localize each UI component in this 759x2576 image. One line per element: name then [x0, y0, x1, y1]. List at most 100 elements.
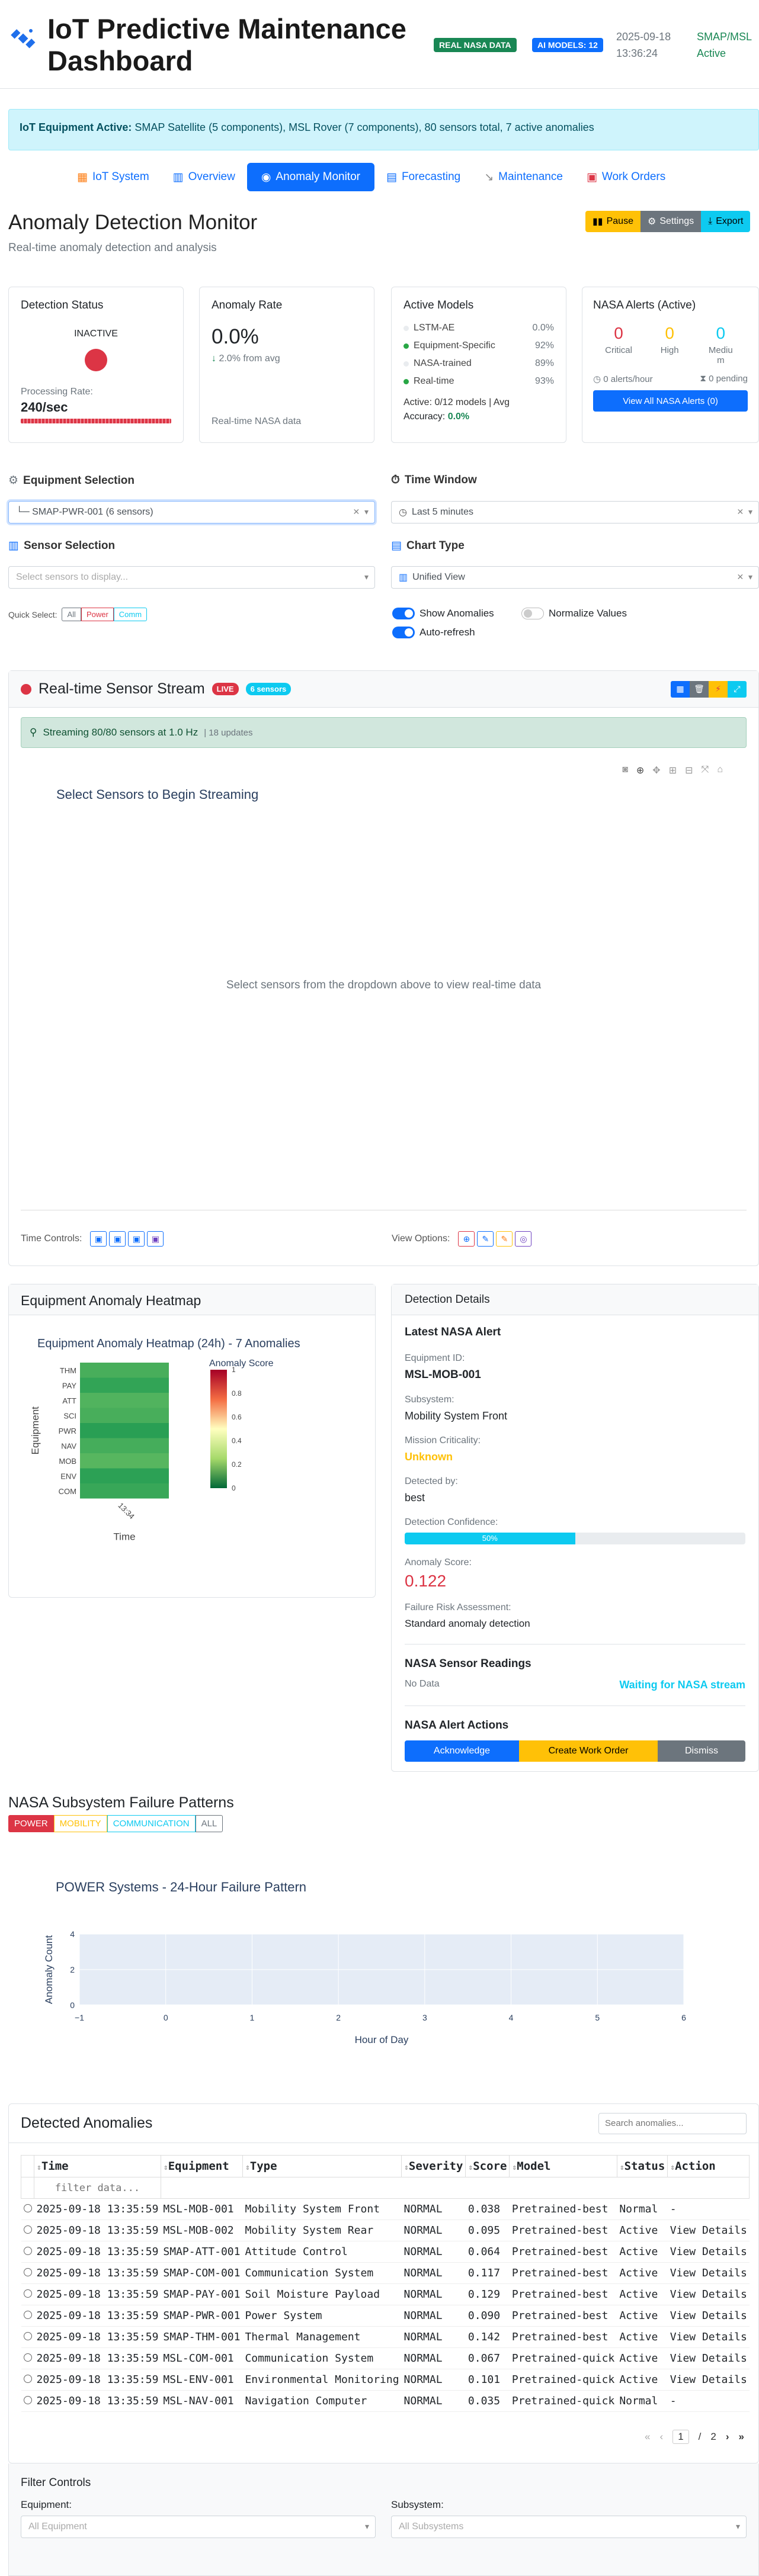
row-select-radio[interactable] [23, 2332, 32, 2340]
highlight-button[interactable]: ✎ [496, 1231, 513, 1247]
model-status-dot [403, 378, 409, 384]
play-button[interactable]: ▣ [109, 1231, 126, 1247]
dismiss-button[interactable]: Dismiss [658, 1740, 745, 1762]
table-cell[interactable]: View Details [667, 2305, 750, 2327]
clear-chevron-icon[interactable]: ✕ ▾ [353, 507, 369, 517]
sort-icon[interactable]: ⇕ [404, 2163, 409, 2172]
table-cell[interactable]: View Details [667, 2283, 750, 2305]
row-select-radio[interactable] [23, 2289, 32, 2298]
prev-page-button[interactable]: ‹ [660, 2431, 664, 2443]
quick-power-button[interactable]: Power [81, 608, 114, 621]
pan-icon[interactable]: ✥ [652, 765, 660, 776]
table-cell: SMAP-ATT-001 [161, 2241, 243, 2263]
tab-anomaly-monitor[interactable]: ◉ Anomaly Monitor [246, 163, 374, 191]
settings-button[interactable]: ⚙ Settings [640, 211, 702, 232]
fullscreen-button[interactable]: ⤢ [728, 680, 747, 698]
tab-maintenance[interactable]: ↘ Maintenance [472, 171, 575, 184]
autorefresh-toggle[interactable]: Auto-refresh [392, 627, 475, 638]
autoscale-icon[interactable]: ⤧ [702, 765, 709, 776]
column-header[interactable]: ⇕Time [34, 2155, 161, 2177]
model-item: Real-time 93% [403, 372, 554, 390]
filter-equipment-select[interactable]: All Equipment ▾ [21, 2516, 376, 2538]
table-cell: Environmental Monitoring [242, 2369, 402, 2391]
create-work-order-button[interactable]: Create Work Order [519, 1740, 658, 1762]
sensor-select[interactable]: Select sensors to display... ▾ [8, 566, 375, 589]
camera-icon[interactable]: ◙ [622, 765, 628, 776]
tab-mobility[interactable]: MOBILITY [53, 1815, 107, 1832]
page-current[interactable]: 1 [672, 2430, 689, 2444]
tab-iot-system[interactable]: ▦ IoT System [65, 171, 161, 184]
grid-view-button[interactable]: ▦ [671, 680, 690, 698]
zoom-out-icon[interactable]: ⊟ [685, 765, 693, 776]
view-all-alerts-button[interactable]: View All NASA Alerts (0) [593, 390, 748, 412]
tab-overview[interactable]: ▥ Overview [161, 171, 247, 184]
row-select-radio[interactable] [23, 2396, 32, 2404]
equipment-select[interactable]: └─ SMAP-PWR-001 (6 sensors) ✕ ▾ [8, 501, 375, 523]
time-window-select[interactable]: ◷ Last 5 minutes ✕ ▾ [391, 501, 759, 523]
row-select-radio[interactable] [23, 2225, 32, 2234]
sort-icon[interactable]: ⇕ [670, 2163, 675, 2172]
tab-work-orders[interactable]: ▣ Work Orders [575, 171, 677, 184]
column-header[interactable]: ⇕Type [242, 2155, 402, 2177]
chevron-down-icon[interactable]: ▾ [365, 2522, 369, 2532]
anomaly-search-input[interactable] [598, 2112, 747, 2134]
failure-patterns-card: NASA Subsystem Failure Patterns POWER MO… [8, 1785, 759, 2089]
zoom-in-icon[interactable]: ⊞ [669, 765, 677, 776]
zoom-view-button[interactable]: ⊕ [458, 1231, 475, 1247]
chevron-down-icon[interactable]: ▾ [364, 572, 369, 582]
chart-type-select[interactable]: ▥ Unified View ✕ ▾ [391, 566, 759, 589]
normalize-toggle[interactable]: Normalize Values [521, 608, 627, 619]
step-forward-button[interactable]: ▣ [128, 1231, 145, 1247]
pause-button[interactable]: ▮▮ Pause [585, 211, 640, 232]
column-header[interactable]: ⇕Status [616, 2155, 668, 2177]
column-header[interactable]: ⇕Score [465, 2155, 510, 2177]
column-header[interactable]: ⇕Action [667, 2155, 750, 2177]
row-select-radio[interactable] [23, 2311, 32, 2319]
table-cell[interactable]: View Details [667, 2369, 750, 2391]
clear-chevron-icon[interactable]: ✕ ▾ [736, 507, 752, 517]
clear-button[interactable]: 🗑 [690, 680, 709, 698]
column-header[interactable]: ⇕Severity [401, 2155, 466, 2177]
table-cell[interactable]: View Details [667, 2262, 750, 2284]
row-select-radio[interactable] [23, 2375, 32, 2383]
sort-icon[interactable]: ⇕ [245, 2163, 250, 2172]
quick-comm-button[interactable]: Comm [113, 608, 148, 621]
table-cell[interactable]: View Details [667, 2326, 750, 2348]
chevron-down-icon[interactable]: ▾ [736, 2522, 740, 2532]
tab-power[interactable]: POWER [8, 1815, 54, 1832]
row-select-radio[interactable] [23, 2204, 32, 2212]
last-page-button[interactable]: » [739, 2431, 744, 2443]
acknowledge-button[interactable]: Acknowledge [405, 1740, 519, 1762]
row-select-radio[interactable] [23, 2247, 32, 2255]
live-button[interactable]: ▣ [147, 1231, 164, 1247]
export-button[interactable]: ⤓ Export [701, 211, 751, 232]
first-page-button[interactable]: « [645, 2431, 650, 2443]
tab-communication[interactable]: COMMUNICATION [107, 1815, 196, 1832]
column-header[interactable]: ⇕Equipment [160, 2155, 243, 2177]
row-select-radio[interactable] [23, 2268, 32, 2276]
sort-icon[interactable]: ⇕ [37, 2163, 41, 2172]
row-select-radio[interactable] [23, 2353, 32, 2362]
filter-subsystem-select[interactable]: All Subsystems ▾ [391, 2516, 747, 2538]
column-header[interactable]: ⇕Model [509, 2155, 617, 2177]
quick-all-button[interactable]: All [62, 608, 81, 621]
step-back-button[interactable]: ▣ [90, 1231, 107, 1247]
table-cell[interactable]: View Details [667, 2347, 750, 2369]
filter-input[interactable] [37, 2182, 158, 2194]
draw-button[interactable]: ✎ [477, 1231, 494, 1247]
tab-all[interactable]: ALL [195, 1815, 223, 1832]
flash-button[interactable]: ⚡ [709, 680, 728, 698]
table-cell[interactable]: View Details [667, 2241, 750, 2263]
show-anomalies-toggle[interactable]: Show Anomalies [392, 608, 494, 619]
table-cell[interactable]: View Details [667, 2220, 750, 2241]
reset-view-button[interactable]: ◎ [515, 1231, 532, 1247]
clear-chevron-icon[interactable]: ✕ ▾ [736, 572, 752, 582]
sort-icon[interactable]: ⇕ [164, 2163, 168, 2172]
tab-forecasting[interactable]: ▤ Forecasting [374, 171, 472, 184]
next-page-button[interactable]: › [726, 2431, 729, 2443]
y-tick-label: MOB [59, 1457, 76, 1466]
zoom-icon[interactable]: ⊕ [636, 765, 644, 776]
sort-icon[interactable]: ⇕ [620, 2163, 625, 2172]
x-tick-label: 6 [681, 2013, 686, 2022]
home-icon[interactable]: ⌂ [717, 765, 723, 776]
